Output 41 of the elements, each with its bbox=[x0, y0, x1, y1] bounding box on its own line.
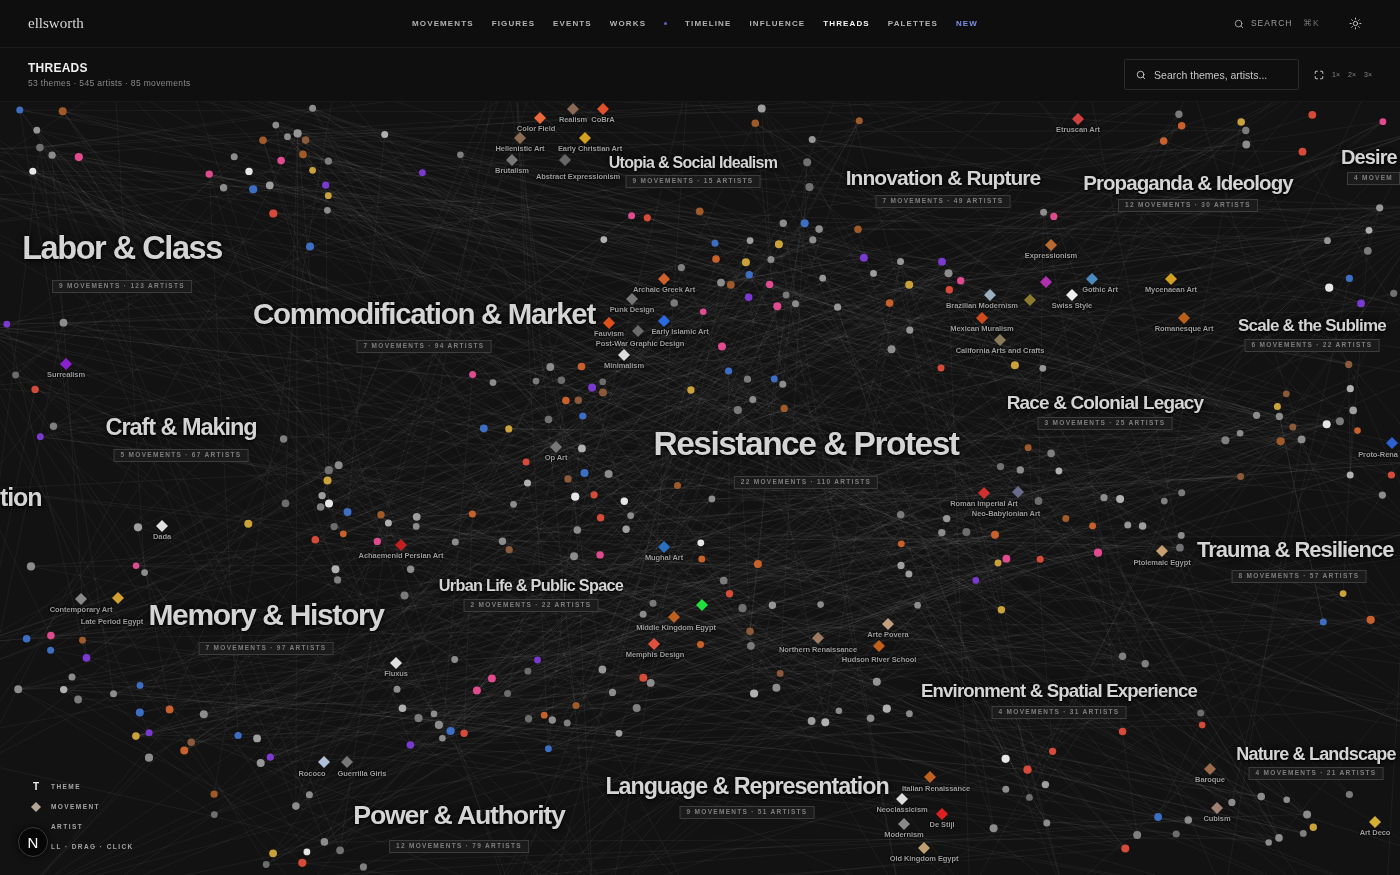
page-title: THREADS bbox=[28, 61, 89, 74]
sun-icon bbox=[1349, 17, 1362, 30]
nav-link[interactable]: MOVEMENTS bbox=[412, 19, 474, 28]
theme-title: tion bbox=[0, 484, 42, 510]
nav-link[interactable]: NEW bbox=[955, 19, 978, 28]
theme-title: Environment & Spatial Experience bbox=[921, 681, 1197, 701]
nav-link[interactable]: INFLUENCE bbox=[749, 19, 806, 28]
nav-link[interactable]: PALETTES bbox=[887, 19, 938, 28]
theme-title: Innovation & Rupture bbox=[845, 166, 1041, 188]
theme-title: Trauma & Resilience bbox=[1197, 539, 1394, 561]
shortcut-hint: ⌘K bbox=[1303, 19, 1319, 28]
theme-title: Scale & the Sublime bbox=[1238, 316, 1386, 334]
theme-title: Race & Colonial Legacy bbox=[1006, 392, 1204, 412]
theme-title: Desire bbox=[1341, 147, 1397, 167]
nav-link[interactable]: EVENTS bbox=[553, 19, 592, 28]
theme-title: Nature & Landscape bbox=[1236, 745, 1396, 763]
logo[interactable]: ellsworth bbox=[28, 15, 84, 32]
theme-title: Urban Life & Public Space bbox=[438, 576, 624, 594]
fullscreen-icon bbox=[1314, 69, 1325, 80]
nav-link[interactable]: FIGURES bbox=[491, 19, 536, 28]
theme-title: Language & Representation bbox=[605, 775, 889, 799]
theme-title: Commodification & Market bbox=[253, 299, 595, 329]
nav-link[interactable]: WORKS bbox=[609, 19, 647, 28]
search-icon bbox=[1233, 18, 1244, 29]
search-field[interactable]: Search themes, artists... bbox=[1124, 59, 1300, 90]
theme-symbol: T bbox=[32, 782, 40, 792]
theme-title: Memory & History bbox=[148, 600, 384, 630]
nav-link[interactable]: TIMELINE bbox=[685, 19, 732, 28]
nav-link[interactable]: THREADS bbox=[823, 19, 870, 28]
theme-title: Craft & Making bbox=[105, 416, 257, 440]
fullscreen-button[interactable] bbox=[1314, 69, 1325, 80]
search-button[interactable]: SEARCH ⌘K bbox=[1233, 18, 1319, 29]
theme-toggle-button[interactable] bbox=[1349, 17, 1362, 30]
theme-title: Labor & Class bbox=[22, 231, 222, 265]
theme-title: Resistance & Protest bbox=[653, 427, 959, 461]
theme-title: Power & Authority bbox=[353, 801, 565, 829]
page-summary: 53 themes · 545 artists · 85 movements bbox=[28, 78, 191, 88]
theme-title: Utopia & Social Idealism bbox=[608, 155, 778, 171]
search-icon bbox=[1136, 69, 1147, 80]
theme-title: Propaganda & Ideology bbox=[1083, 172, 1293, 194]
separator-dot-icon bbox=[664, 22, 668, 25]
